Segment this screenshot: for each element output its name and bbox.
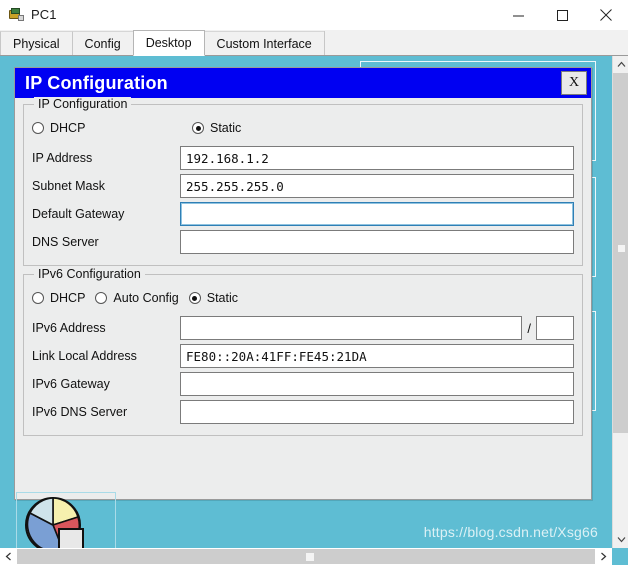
subnet-mask-input[interactable]	[180, 174, 574, 198]
ip-address-input[interactable]	[180, 146, 574, 170]
ipv6-dns-server-input[interactable]	[180, 400, 574, 424]
horizontal-scrollbar-track[interactable]	[17, 549, 595, 564]
scrollbar-thumb-grip	[618, 245, 625, 252]
ipv4-configuration-group: IP Configuration DHCP Static IP Address	[23, 97, 583, 266]
dialog-body: IP Configuration DHCP Static IP Address	[15, 97, 591, 499]
subnet-mask-row: Subnet Mask	[32, 173, 574, 199]
chevron-right-icon[interactable]	[595, 548, 612, 565]
radio-icon	[32, 122, 44, 134]
pc-device-icon	[7, 6, 25, 24]
ipv4-mode-dhcp-label: DHCP	[50, 121, 86, 135]
ipv6-mode-dhcp[interactable]: DHCP	[32, 291, 85, 305]
ipv6-dns-server-row: IPv6 DNS Server	[32, 399, 574, 425]
ipv4-mode-static-label: Static	[210, 121, 242, 135]
ip-address-label: IP Address	[32, 151, 93, 165]
ipv6-prefix-length-input[interactable]	[536, 316, 574, 340]
radio-icon-selected	[192, 122, 204, 134]
default-gateway-row: Default Gateway	[32, 201, 574, 227]
ipv6-mode-auto-config[interactable]: Auto Config	[95, 291, 179, 305]
watermark-text: https://blog.csdn.net/Xsg66	[423, 524, 598, 540]
pie-chart-icon	[23, 495, 87, 548]
ipv6-address-input[interactable]	[180, 316, 523, 340]
dialog-title: IP Configuration	[25, 72, 168, 93]
desktop-canvas: r or IP Configuration X IP Configuration…	[0, 56, 612, 548]
ipv6-gateway-input[interactable]	[180, 372, 574, 396]
dialog-close-button[interactable]: X	[561, 71, 587, 95]
ipv6-gateway-label: IPv6 Gateway	[32, 377, 110, 391]
chevron-left-icon[interactable]	[0, 548, 17, 565]
maximize-icon[interactable]	[540, 0, 584, 30]
ipv6-configuration-group: IPv6 Configuration DHCP Auto Config Stat…	[23, 267, 583, 436]
ipv6-mode-static[interactable]: Static	[188, 291, 239, 305]
ip-address-row: IP Address	[32, 145, 574, 171]
tab-custom-interface[interactable]: Custom Interface	[203, 31, 325, 55]
tab-strip: Physical Config Desktop Custom Interface	[0, 30, 628, 56]
chevron-down-icon[interactable]	[613, 531, 628, 548]
tab-physical[interactable]: Physical	[0, 31, 73, 55]
ipv6-group-legend: IPv6 Configuration	[34, 267, 145, 281]
ipv6-mode-dhcp-label: DHCP	[50, 291, 86, 305]
dns-server-input[interactable]	[180, 230, 574, 254]
dns-server-label: DNS Server	[32, 235, 99, 249]
dialog-titlebar[interactable]: IP Configuration X	[15, 68, 591, 98]
subnet-mask-label: Subnet Mask	[32, 179, 105, 193]
tab-strip-filler	[323, 31, 628, 55]
ipv6-mode-row: DHCP Auto Config Static	[32, 287, 574, 309]
ipv4-group-legend: IP Configuration	[34, 97, 132, 111]
horizontal-scrollbar[interactable]	[0, 548, 628, 565]
ipv6-prefix-separator: /	[527, 320, 531, 336]
link-local-address-row: Link Local Address	[32, 343, 574, 369]
tab-config[interactable]: Config	[71, 31, 134, 55]
scrollbar-thumb-grip[interactable]	[306, 553, 314, 561]
vertical-scrollbar-thumb[interactable]	[613, 73, 628, 433]
ipv6-mode-auto-config-label: Auto Config	[113, 291, 179, 305]
radio-icon	[95, 292, 108, 304]
packet-tracer-pc-window: PC1 Physical Config Desktop Custom Inter…	[0, 0, 628, 565]
ipv4-mode-dhcp[interactable]: DHCP	[32, 121, 182, 135]
vertical-scrollbar[interactable]	[612, 56, 628, 548]
window-controls	[496, 0, 628, 30]
ipv4-mode-static[interactable]: Static	[192, 121, 241, 135]
tab-desktop[interactable]: Desktop	[132, 30, 205, 56]
scrollbar-corner	[612, 548, 628, 565]
window-titlebar: PC1	[0, 0, 628, 30]
default-gateway-input[interactable]	[180, 202, 574, 226]
taskbar-icon-cell[interactable]	[16, 492, 116, 548]
radio-icon-selected	[188, 292, 201, 304]
ipv6-address-row: IPv6 Address /	[32, 315, 574, 341]
ipv6-dns-server-label: IPv6 DNS Server	[32, 405, 128, 419]
minimize-icon[interactable]	[496, 0, 540, 30]
window-title: PC1	[31, 7, 57, 22]
ipv6-address-label: IPv6 Address	[32, 321, 106, 335]
ipv4-mode-row: DHCP Static	[32, 117, 574, 139]
close-icon[interactable]	[584, 0, 628, 30]
link-local-address-label: Link Local Address	[32, 349, 137, 363]
radio-icon	[32, 292, 44, 304]
link-local-address-input[interactable]	[180, 344, 574, 368]
default-gateway-label: Default Gateway	[32, 207, 125, 221]
ip-configuration-dialog: IP Configuration X IP Configuration DHCP	[14, 67, 592, 500]
ipv6-gateway-row: IPv6 Gateway	[32, 371, 574, 397]
dns-server-row: DNS Server	[32, 229, 574, 255]
chevron-up-icon[interactable]	[613, 56, 628, 73]
ipv6-mode-static-label: Static	[206, 291, 239, 305]
